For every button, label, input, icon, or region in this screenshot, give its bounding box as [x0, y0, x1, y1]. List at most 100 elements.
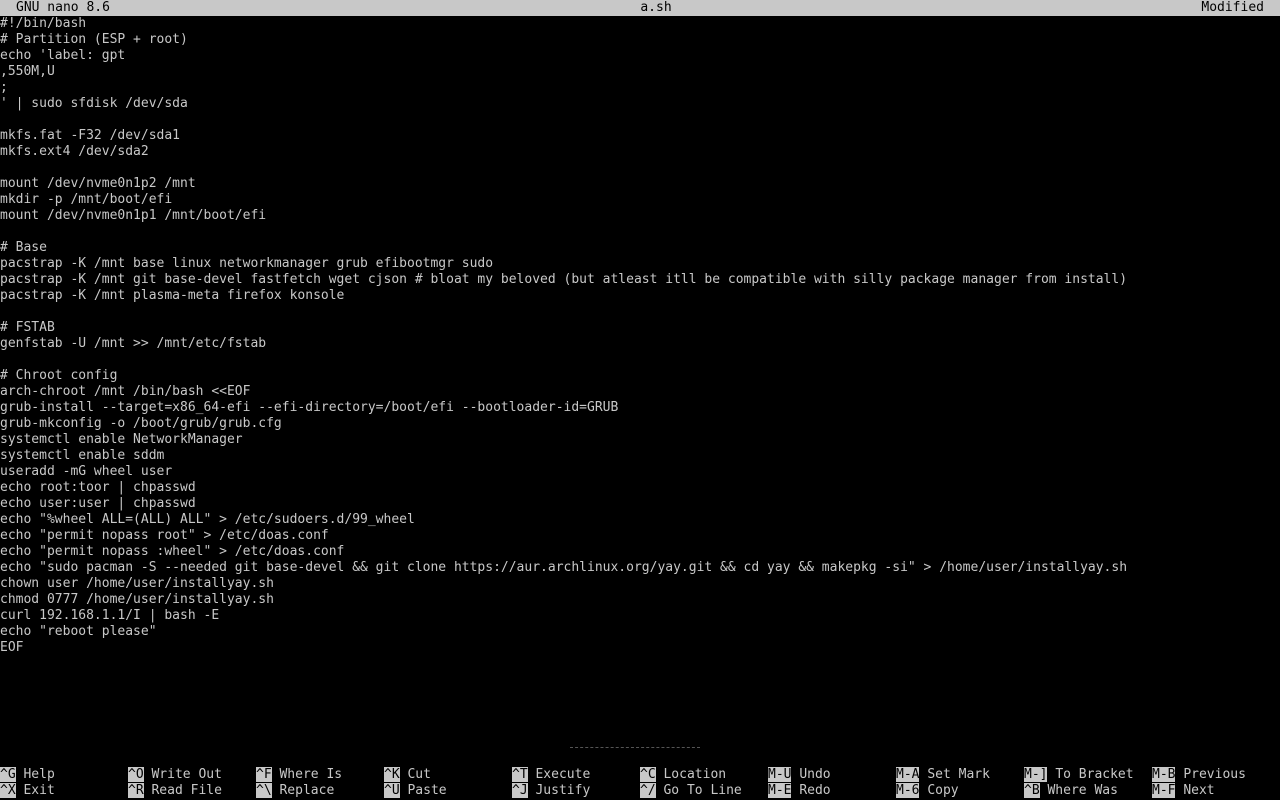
shortcut-previous[interactable]: M-B Previous: [1152, 767, 1246, 783]
shortcut-key: M-U: [768, 767, 792, 782]
editor-line[interactable]: curl 192.168.1.1/I | bash -E: [0, 608, 1280, 624]
editor-line[interactable]: mkfs.ext4 /dev/sda2: [0, 144, 1280, 160]
editor-line[interactable]: chmod 0777 /home/user/installyay.sh: [0, 592, 1280, 608]
shortcut-label: Execute: [535, 767, 591, 782]
shortcut-label: Location: [663, 767, 727, 782]
shortcut-undo[interactable]: M-U Undo: [768, 767, 831, 783]
editor-line[interactable]: grub-install --target=x86_64-efi --efi-d…: [0, 400, 1280, 416]
editor-line[interactable]: mkfs.fat -F32 /dev/sda1: [0, 128, 1280, 144]
shortcut-replace[interactable]: ^\ Replace: [256, 783, 334, 799]
shortcut-label: Paste: [407, 783, 447, 798]
shortcut-location[interactable]: ^C Location: [640, 767, 726, 783]
editor-line[interactable]: [0, 160, 1280, 176]
shortcut-key: ^/: [640, 783, 656, 798]
editor-line[interactable]: [0, 304, 1280, 320]
shortcut-label: Set Mark: [927, 767, 990, 782]
editor-line[interactable]: ;: [0, 80, 1280, 96]
shortcut-key: ^J: [512, 783, 528, 798]
editor-line[interactable]: echo 'label: gpt: [0, 48, 1280, 64]
shortcut-key: ^G: [0, 767, 16, 782]
editor-line[interactable]: [0, 112, 1280, 128]
editor-line[interactable]: #!/bin/bash: [0, 16, 1280, 32]
editor-line[interactable]: systemctl enable NetworkManager: [0, 432, 1280, 448]
shortcut-key: M-B: [1152, 767, 1176, 782]
shortcut-help-bar: ^G Help ^O Write Out ^F Where Is ^K Cut ^T E…: [0, 767, 1280, 800]
title-bar: GNU nano 8.6 a.sh Modified: [0, 0, 1280, 16]
editor-line[interactable]: echo "reboot please": [0, 624, 1280, 640]
shortcut-go-to-line[interactable]: ^/ Go To Line: [640, 783, 742, 799]
editor-line[interactable]: echo user:user | chpasswd: [0, 496, 1280, 512]
editor-line[interactable]: ' | sudo sfdisk /dev/sda: [0, 96, 1280, 112]
editor-line[interactable]: echo "%wheel ALL=(ALL) ALL" > /etc/sudoe…: [0, 512, 1280, 528]
shortcut-label: Replace: [279, 783, 335, 798]
editor-line[interactable]: echo root:toor | chpasswd: [0, 480, 1280, 496]
editor-line[interactable]: # FSTAB: [0, 320, 1280, 336]
editor-line[interactable]: useradd -mG wheel user: [0, 464, 1280, 480]
editor-line[interactable]: mount /dev/nvme0n1p1 /mnt/boot/efi: [0, 208, 1280, 224]
editor-line[interactable]: pacstrap -K /mnt plasma-meta firefox kon…: [0, 288, 1280, 304]
editor-line[interactable]: pacstrap -K /mnt base linux networkmanag…: [0, 256, 1280, 272]
shortcut-help[interactable]: ^G Help: [0, 767, 55, 783]
editor-line[interactable]: grub-mkconfig -o /boot/grub/grub.cfg: [0, 416, 1280, 432]
shortcut-label: Write Out: [151, 767, 222, 782]
shortcut-next[interactable]: M-F Next: [1152, 783, 1215, 799]
scroll-indicator: [570, 747, 700, 750]
editor-line[interactable]: EOF: [0, 640, 1280, 656]
shortcut-key: ^K: [384, 767, 400, 782]
shortcut-set-mark[interactable]: M-A Set Mark: [896, 767, 990, 783]
shortcut-justify[interactable]: ^J Justify: [512, 783, 590, 799]
file-name: a.sh: [640, 0, 672, 15]
editor-line[interactable]: genfstab -U /mnt >> /mnt/etc/fstab: [0, 336, 1280, 352]
shortcut-key: M-F: [1152, 783, 1176, 798]
editor-line[interactable]: mkdir -p /mnt/boot/efi: [0, 192, 1280, 208]
editor-line[interactable]: echo "sudo pacman -S --needed git base-d…: [0, 560, 1280, 576]
shortcut-label: Justify: [535, 783, 591, 798]
shortcut-where-was[interactable]: ^B Where Was: [1024, 783, 1118, 799]
shortcut-key: ^O: [128, 767, 144, 782]
editor-line[interactable]: arch-chroot /mnt /bin/bash <<EOF: [0, 384, 1280, 400]
editor-line[interactable]: echo "permit nopass :wheel" > /etc/doas.…: [0, 544, 1280, 560]
shortcut-execute[interactable]: ^T Execute: [512, 767, 590, 783]
editor-line[interactable]: # Chroot config: [0, 368, 1280, 384]
shortcut-read-file[interactable]: ^R Read File: [128, 783, 222, 799]
editor-line[interactable]: [0, 224, 1280, 240]
shortcut-label: Read File: [151, 783, 222, 798]
shortcut-to-bracket[interactable]: M-] To Bracket: [1024, 767, 1134, 783]
shortcut-key: M-6: [896, 783, 920, 798]
shortcut-redo[interactable]: M-E Redo: [768, 783, 831, 799]
shortcut-exit[interactable]: ^X Exit: [0, 783, 55, 799]
shortcut-key: ^C: [640, 767, 656, 782]
shortcut-key: M-]: [1024, 767, 1048, 782]
shortcut-label: Undo: [799, 767, 831, 782]
editor-line[interactable]: echo "permit nopass root" > /etc/doas.co…: [0, 528, 1280, 544]
shortcut-label: To Bracket: [1055, 767, 1134, 782]
shortcut-label: Redo: [799, 783, 831, 798]
shortcut-label: Help: [23, 767, 55, 782]
shortcut-write-out[interactable]: ^O Write Out: [128, 767, 222, 783]
shortcut-label: Where Is: [279, 767, 343, 782]
shortcut-key: ^U: [384, 783, 400, 798]
shortcut-label: Exit: [23, 783, 55, 798]
editor-line[interactable]: chown user /home/user/installyay.sh: [0, 576, 1280, 592]
shortcut-key: M-A: [896, 767, 920, 782]
editor-line[interactable]: # Base: [0, 240, 1280, 256]
editor-line[interactable]: ,550M,U: [0, 64, 1280, 80]
shortcut-paste[interactable]: ^U Paste: [384, 783, 447, 799]
shortcut-cut[interactable]: ^K Cut: [384, 767, 431, 783]
editor-line[interactable]: pacstrap -K /mnt git base-devel fastfetc…: [0, 272, 1280, 288]
editor-line[interactable]: [0, 352, 1280, 368]
text-editor-area[interactable]: #!/bin/bash # Partition (ESP + root) echo …: [0, 16, 1280, 736]
editor-line[interactable]: # Partition (ESP + root): [0, 32, 1280, 48]
shortcut-label: Next: [1183, 783, 1215, 798]
shortcut-key: ^R: [128, 783, 144, 798]
editor-line[interactable]: systemctl enable sddm: [0, 448, 1280, 464]
shortcut-label: Cut: [407, 767, 431, 782]
shortcut-key: M-E: [768, 783, 792, 798]
shortcut-copy[interactable]: M-6 Copy: [896, 783, 959, 799]
shortcut-where-is[interactable]: ^F Where Is: [256, 767, 342, 783]
shortcut-label: Where Was: [1047, 783, 1118, 798]
shortcut-key: ^B: [1024, 783, 1040, 798]
shortcut-key: ^\: [256, 783, 272, 798]
shortcut-key: ^F: [256, 767, 272, 782]
editor-line[interactable]: mount /dev/nvme0n1p2 /mnt: [0, 176, 1280, 192]
